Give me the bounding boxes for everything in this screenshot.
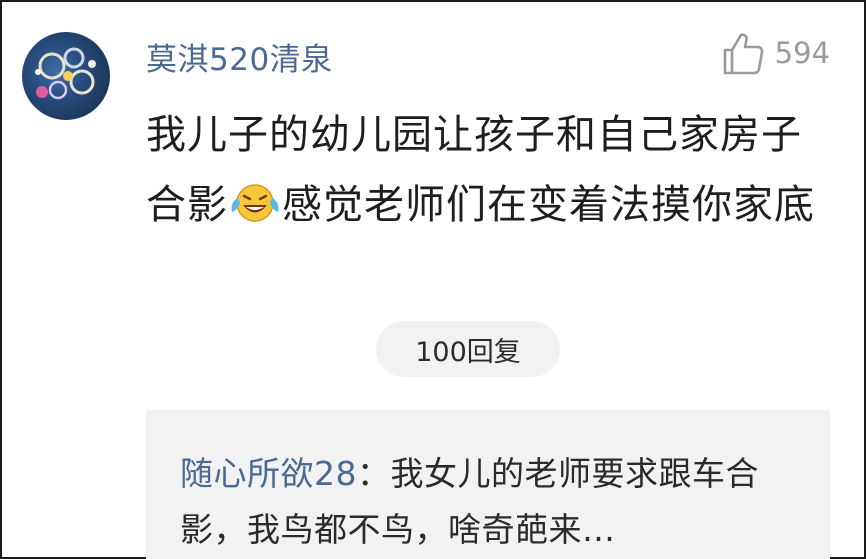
- like-button[interactable]: 594: [719, 28, 830, 78]
- avatar[interactable]: [22, 32, 110, 120]
- reply-preview[interactable]: 随心所欲28：我女儿的老师要求跟车合影，我鸟都不鸟，啥奇葩来…: [146, 410, 830, 559]
- thumbs-up-icon: [719, 29, 767, 77]
- comment-username[interactable]: 莫淇520清泉: [146, 34, 333, 79]
- like-count: 594: [774, 36, 830, 70]
- reply-author[interactable]: 随心所欲28: [180, 454, 357, 493]
- reply-preview-text: 随心所欲28：我女儿的老师要求跟车合影，我鸟都不鸟，啥奇葩来…: [180, 446, 810, 558]
- laughing-crying-emoji-icon: [228, 182, 282, 224]
- comment-text-part-2: 感觉老师们在变着法摸你家底: [282, 182, 815, 228]
- view-replies-button[interactable]: 100回复: [376, 321, 560, 377]
- reply-separator: ：: [357, 454, 391, 493]
- comment-text: 我儿子的幼儿园让孩子和自己家房子合影 感觉老师们在变着法摸你家底: [146, 100, 836, 240]
- avatar-image: [35, 47, 96, 100]
